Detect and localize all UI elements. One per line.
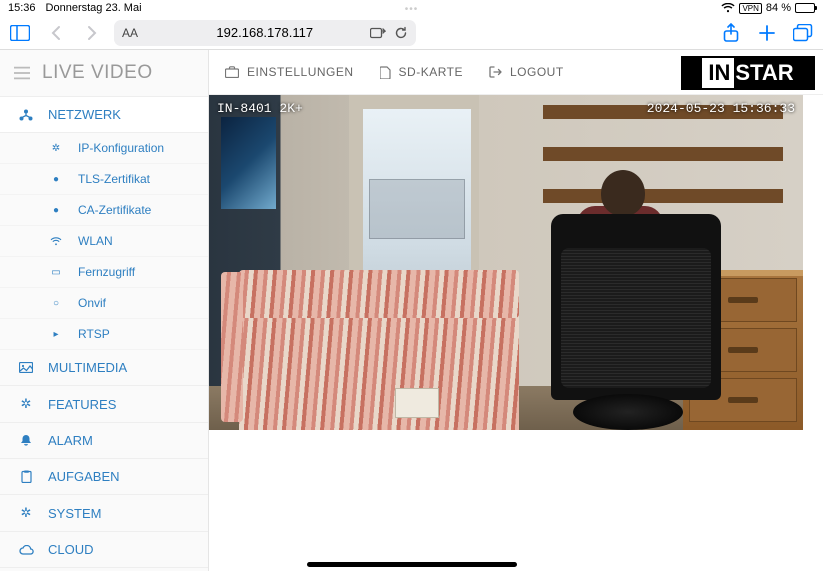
multitask-dots-icon[interactable]: ••• bbox=[405, 4, 419, 15]
network-icon bbox=[18, 109, 34, 121]
top-tabbar: EINSTELLUNGEN SD-KARTE LOGOUT INSTAR bbox=[209, 50, 823, 95]
sidebar-section-multimedia[interactable]: MULTIMEDIA bbox=[0, 350, 208, 386]
sidebar-title: LIVE VIDEO bbox=[42, 62, 153, 84]
item-label: TLS-Zertifikat bbox=[78, 172, 150, 186]
reader-extension-icon[interactable] bbox=[370, 26, 386, 40]
brand-part1: IN bbox=[702, 58, 734, 88]
section-label: SYSTEM bbox=[48, 506, 101, 521]
brand-logo: INSTAR bbox=[681, 56, 815, 90]
status-time: 15:36 bbox=[8, 2, 36, 14]
briefcase-icon bbox=[225, 66, 239, 78]
live-video-stream[interactable]: IN-8401 2K+ 2024-05-23 15:36:33 bbox=[209, 95, 803, 430]
sidebar-item-fernzugriff[interactable]: ▭ Fernzugriff bbox=[0, 257, 208, 288]
wifi-icon bbox=[721, 3, 735, 13]
tab-label: SD-KARTE bbox=[399, 65, 463, 79]
tabs-button[interactable] bbox=[789, 19, 817, 47]
bell-icon bbox=[18, 434, 34, 447]
video-timestamp-overlay: 2024-05-23 15:36:33 bbox=[647, 101, 795, 116]
ios-status-bar: 15:36 Donnerstag 23. Mai ••• VPN 84 % bbox=[0, 0, 823, 16]
item-label: WLAN bbox=[78, 234, 113, 248]
sidebar-section-features[interactable]: ✲ FEATURES bbox=[0, 386, 208, 423]
share-button[interactable] bbox=[717, 19, 745, 47]
battery-percent: 84 % bbox=[766, 2, 791, 14]
tab-sdkarte[interactable]: SD-KARTE bbox=[380, 65, 463, 79]
text-size-button[interactable]: AA bbox=[122, 26, 138, 40]
sidebar-section-system[interactable]: ✲ SYSTEM bbox=[0, 495, 208, 532]
sidebar-item-ip-konfiguration[interactable]: ✲ IP-Konfiguration bbox=[0, 133, 208, 164]
gear-icon: ✲ bbox=[48, 143, 64, 154]
sidebar-item-onvif[interactable]: ○ Onvif bbox=[0, 288, 208, 319]
tab-label: LOGOUT bbox=[510, 65, 564, 79]
url-text: 192.168.178.117 bbox=[216, 25, 313, 40]
item-label: RTSP bbox=[78, 327, 110, 341]
gear-icon: ✲ bbox=[18, 396, 34, 412]
home-indicator[interactable] bbox=[307, 562, 517, 567]
menu-icon bbox=[14, 66, 30, 80]
section-label: AUFGABEN bbox=[48, 469, 120, 484]
sidebar-item-rtsp[interactable]: ▸ RTSP bbox=[0, 319, 208, 350]
tab-logout[interactable]: LOGOUT bbox=[489, 65, 564, 79]
tab-label: EINSTELLUNGEN bbox=[247, 65, 354, 79]
wifi-icon bbox=[48, 237, 64, 246]
vpn-badge: VPN bbox=[739, 3, 761, 14]
item-label: Onvif bbox=[78, 296, 106, 310]
tab-einstellungen[interactable]: EINSTELLUNGEN bbox=[225, 65, 354, 79]
sidebar-section-alarm[interactable]: ALARM bbox=[0, 423, 208, 459]
circle-icon: ○ bbox=[48, 298, 64, 309]
status-date: Donnerstag 23. Mai bbox=[46, 2, 142, 14]
sidebar-item-wlan[interactable]: WLAN bbox=[0, 226, 208, 257]
video-model-overlay: IN-8401 2K+ bbox=[217, 101, 303, 116]
video-frame bbox=[209, 95, 803, 430]
sidebar: LIVE VIDEO NETZWERK ✲ IP-Konfiguration ●… bbox=[0, 50, 209, 571]
gear-icon: ✲ bbox=[18, 505, 34, 521]
camera-webui: LIVE VIDEO NETZWERK ✲ IP-Konfiguration ●… bbox=[0, 50, 823, 571]
cloud-icon bbox=[18, 545, 34, 555]
sidebar-section-aufgaben[interactable]: AUFGABEN bbox=[0, 459, 208, 495]
sidebar-section-netzwerk[interactable]: NETZWERK bbox=[0, 97, 208, 133]
section-label: CLOUD bbox=[48, 542, 94, 557]
section-label: NETZWERK bbox=[48, 107, 121, 122]
item-label: Fernzugriff bbox=[78, 265, 135, 279]
new-tab-button[interactable] bbox=[753, 19, 781, 47]
address-bar[interactable]: AA 192.168.178.117 bbox=[114, 20, 416, 46]
sidebar-item-tls-zertifikat[interactable]: ● TLS-Zertifikat bbox=[0, 164, 208, 195]
play-icon: ▸ bbox=[48, 329, 64, 340]
safari-toolbar: AA 192.168.178.117 bbox=[0, 16, 823, 50]
sidebar-item-ca-zertifikate[interactable]: ● CA-Zertifikate bbox=[0, 195, 208, 226]
sdcard-icon bbox=[380, 66, 391, 79]
section-label: MULTIMEDIA bbox=[48, 360, 127, 375]
dot-icon: ● bbox=[48, 205, 64, 216]
section-label: ALARM bbox=[48, 433, 93, 448]
battery-icon bbox=[795, 3, 815, 13]
image-icon bbox=[18, 362, 34, 373]
clipboard-icon bbox=[18, 470, 34, 483]
logout-icon bbox=[489, 66, 502, 78]
section-label: FEATURES bbox=[48, 397, 116, 412]
sidebar-section-cloud[interactable]: CLOUD bbox=[0, 532, 208, 568]
sidebar-header[interactable]: LIVE VIDEO bbox=[0, 50, 208, 97]
item-label: CA-Zertifikate bbox=[78, 203, 151, 217]
dot-icon: ● bbox=[48, 174, 64, 185]
brand-part2: STAR bbox=[735, 60, 793, 86]
sidebar-toggle-button[interactable] bbox=[6, 19, 34, 47]
forward-button[interactable] bbox=[78, 19, 106, 47]
reload-button[interactable] bbox=[394, 26, 408, 40]
item-label: IP-Konfiguration bbox=[78, 141, 164, 155]
back-button[interactable] bbox=[42, 19, 70, 47]
main-panel: EINSTELLUNGEN SD-KARTE LOGOUT INSTAR bbox=[209, 50, 823, 571]
remote-icon: ▭ bbox=[48, 267, 64, 278]
